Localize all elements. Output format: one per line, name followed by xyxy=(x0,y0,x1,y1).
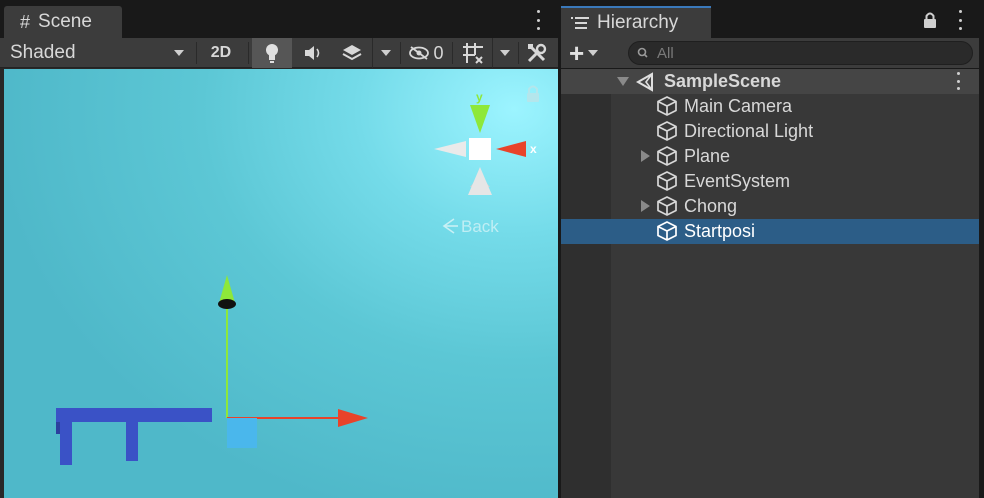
gizmo-y-cone xyxy=(470,105,490,133)
scene-name: SampleScene xyxy=(664,71,782,91)
scene-toolbar: Shaded 2D 0 xyxy=(0,38,558,68)
gameobject-cube-icon xyxy=(657,171,677,191)
gizmos-caret-icon xyxy=(499,50,510,56)
eye-slash-icon xyxy=(409,46,430,60)
item-label: Plane xyxy=(684,146,731,166)
gizmo-center-cube xyxy=(469,138,491,160)
tab-hierarchy-label: Hierarchy xyxy=(597,12,679,33)
speaker-icon xyxy=(305,46,320,60)
gameobject-cube-icon xyxy=(657,221,677,241)
view-back-label: Back xyxy=(461,217,499,236)
item-label: Main Camera xyxy=(684,96,793,116)
scene-root-row[interactable]: SampleScene xyxy=(561,69,979,94)
hierarchy-toolbar: + All xyxy=(561,38,979,68)
gizmo-x-cone xyxy=(496,141,526,157)
move-tool-gizmo[interactable] xyxy=(218,275,368,448)
shading-mode-label: Shaded xyxy=(10,42,76,63)
scene-viewport[interactable]: y x Back xyxy=(4,69,558,498)
scene-object-blue[interactable] xyxy=(56,408,212,465)
expand-arrow-icon[interactable] xyxy=(641,150,650,162)
search-icon xyxy=(637,47,648,58)
hierarchy-item-startposi[interactable]: Startposi xyxy=(561,219,979,244)
hierarchy-more-options-icon[interactable] xyxy=(955,10,965,30)
hierarchy-item-main-camera[interactable]: Main Camera xyxy=(561,94,979,119)
tab-scene[interactable]: # Scene xyxy=(4,6,122,38)
shading-mode-dropdown[interactable]: Shaded xyxy=(0,38,194,68)
item-label: EventSystem xyxy=(684,171,791,191)
create-dropdown[interactable]: + xyxy=(569,38,613,68)
view-lock-icon[interactable] xyxy=(527,85,539,103)
lighting-toggle-button[interactable] xyxy=(252,38,292,68)
item-label: Startposi xyxy=(684,221,756,241)
hierarchy-item-eventsystem[interactable]: EventSystem xyxy=(561,169,979,194)
toggle-2d-button[interactable]: 2D xyxy=(200,38,242,68)
lightbulb-icon xyxy=(266,44,278,63)
effects-dropdown[interactable] xyxy=(372,38,398,68)
xy-plane-handle xyxy=(227,418,257,448)
gizmos-dropdown[interactable] xyxy=(492,38,516,68)
create-caret-icon xyxy=(588,50,599,56)
hierarchy-item-directional-light[interactable]: Directional Light xyxy=(561,119,979,144)
tab-scene-label: Scene xyxy=(38,11,92,32)
gizmos-toggle-button[interactable] xyxy=(455,38,491,68)
lock-icon[interactable] xyxy=(923,11,937,34)
audio-toggle-button[interactable] xyxy=(294,38,332,68)
tools-button[interactable] xyxy=(520,38,554,68)
unity-scene-icon xyxy=(635,72,653,92)
gameobject-cube-icon xyxy=(657,146,677,166)
scene-more-options-icon[interactable] xyxy=(533,10,543,30)
view-direction-label[interactable]: Back xyxy=(442,217,499,236)
gizmo-neg-x-cone xyxy=(434,141,466,157)
hidden-objects-count: 0 xyxy=(433,42,444,63)
scene-canvas: y x Back xyxy=(56,85,539,465)
item-label: Directional Light xyxy=(684,121,814,141)
search-placeholder: All xyxy=(657,44,674,62)
effects-toggle-button[interactable] xyxy=(334,38,370,68)
search-field[interactable]: All xyxy=(628,41,973,65)
gameobject-cube-icon xyxy=(657,96,677,116)
layers-effects-icon xyxy=(342,45,362,61)
tools-wrench-icon xyxy=(527,43,547,63)
expand-arrow-icon[interactable] xyxy=(641,200,650,212)
gizmo-neg-y-cone-body xyxy=(468,167,492,195)
collapse-arrow-icon[interactable] xyxy=(617,77,629,86)
item-label: Chong xyxy=(684,196,738,216)
list-icon xyxy=(571,17,589,29)
gameobject-cube-icon xyxy=(657,121,677,141)
grid-gizmo-icon xyxy=(463,43,483,64)
hierarchy-item-chong[interactable]: Chong xyxy=(561,194,979,219)
gizmo-x-label: x xyxy=(530,142,537,156)
x-axis-arrow xyxy=(338,409,368,427)
scene-grid-icon: # xyxy=(20,11,31,32)
scene-row-options-icon[interactable] xyxy=(953,72,963,90)
shading-mode-caret-icon xyxy=(174,50,184,56)
orientation-gizmo[interactable]: y x xyxy=(434,90,537,195)
y-axis-arrow-base xyxy=(218,299,236,309)
hierarchy-tree: SampleScene Main Camera Directional Ligh… xyxy=(561,69,979,498)
hierarchy-panel: Hierarchy + All SampleScene Main Camera … xyxy=(561,0,984,498)
gizmo-y-label: y xyxy=(476,90,483,104)
hidden-objects-toggle[interactable]: 0 xyxy=(402,38,450,68)
scene-panel: # Scene Shaded 2D 0 y x Back xyxy=(0,0,558,498)
plus-icon: + xyxy=(569,38,585,68)
effects-caret-icon xyxy=(380,50,391,56)
y-axis-arrow xyxy=(219,275,235,303)
tab-hierarchy[interactable]: Hierarchy xyxy=(561,6,711,38)
hierarchy-item-plane[interactable]: Plane xyxy=(561,144,979,169)
scene-tabbar: # Scene xyxy=(0,0,558,38)
gameobject-cube-icon xyxy=(657,196,677,216)
